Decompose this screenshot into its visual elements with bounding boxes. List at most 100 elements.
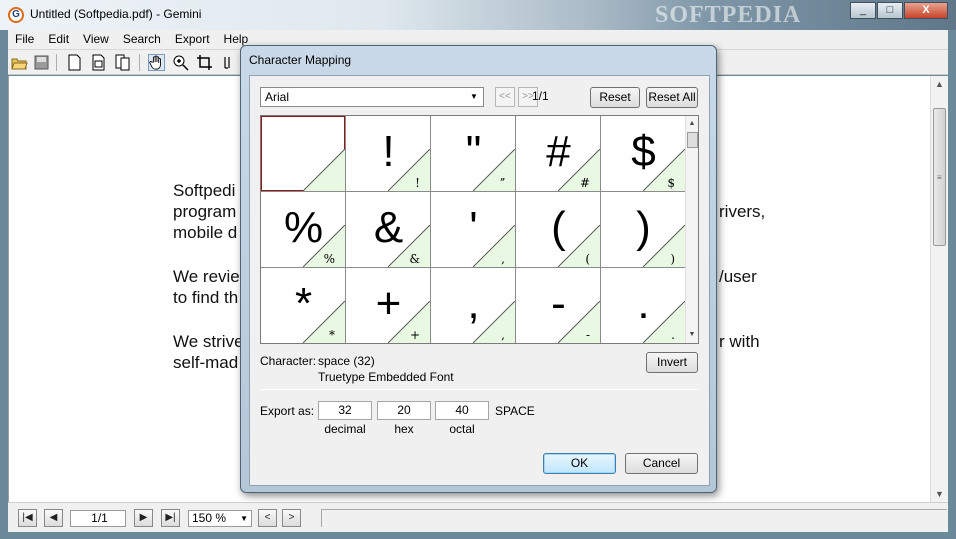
previous-glyphs-button[interactable]: << [495, 87, 515, 107]
glyph-cell[interactable]: " ˮ [431, 116, 516, 192]
menu-export[interactable]: Export [168, 30, 217, 49]
glyph-embedded-character: ! [415, 176, 420, 190]
reset-button[interactable]: Reset [590, 87, 640, 108]
glyph-cell[interactable]: !! [346, 116, 431, 192]
glyph-cell[interactable]: + + [346, 268, 431, 343]
close-button[interactable]: X [904, 2, 948, 19]
decimal-field[interactable]: 32 [318, 401, 372, 420]
open-folder-icon[interactable] [11, 54, 28, 71]
document-fragment: rivers, [719, 202, 766, 221]
glyph-character: ) [636, 203, 651, 252]
dialog-body: Arial ▼ << >> 1/1 Reset Reset All !! " ˮ # #… [249, 75, 710, 486]
glyph-cell[interactable]: * * [261, 268, 346, 343]
glyph-embedded-character: + [409, 328, 420, 342]
toolbar-separator [139, 54, 140, 71]
new-page-icon[interactable] [66, 54, 83, 71]
glyph-cell[interactable]: %% [261, 192, 346, 268]
character-value: space (32) [318, 354, 375, 368]
chevron-down-icon: ▼ [240, 514, 248, 523]
next-page-button[interactable]: ▶ [134, 509, 153, 527]
save-icon[interactable] [33, 54, 50, 71]
hex-label: hex [394, 422, 414, 436]
scroll-up-icon[interactable]: ▲ [686, 118, 698, 130]
forward-button[interactable]: > [282, 509, 301, 527]
glyph-character: % [283, 203, 324, 252]
first-page-button[interactable]: |◀ [18, 509, 37, 527]
menu-edit[interactable]: Edit [41, 30, 76, 49]
vertical-scrollbar[interactable]: ▲ ≡ ▼ [930, 76, 948, 502]
last-page-button[interactable]: ▶| [161, 509, 180, 527]
scroll-down-icon[interactable]: ▼ [931, 486, 948, 502]
zoom-select[interactable]: 150 % ▼ [188, 510, 252, 527]
glyph-embedded-character: - [585, 328, 590, 342]
previous-page-button[interactable]: ◀ [44, 509, 63, 527]
export-label: Export as: [260, 404, 315, 418]
hand-icon[interactable] [148, 54, 165, 71]
glyph-grid-scrollbar[interactable]: ▲ ▼ [685, 116, 698, 343]
back-button[interactable]: < [258, 509, 277, 527]
divider [260, 389, 699, 390]
glyph-cell[interactable]: -- [516, 268, 601, 343]
glyph-character: ' [469, 203, 478, 252]
scroll-up-icon[interactable]: ▲ [931, 76, 948, 92]
glyph-cell[interactable]: # # [516, 116, 601, 192]
reset-all-button[interactable]: Reset All [646, 87, 698, 108]
glyph-embedded-character: ( [585, 252, 590, 266]
glyph-character: . [637, 279, 650, 328]
menu-file[interactable]: File [8, 30, 41, 49]
scroll-thumb[interactable] [687, 132, 698, 148]
page-icon[interactable] [90, 54, 107, 71]
menu-view[interactable]: View [76, 30, 116, 49]
glyph-character: $ [631, 127, 656, 176]
zoom-value: 150 % [192, 511, 227, 525]
scroll-down-icon[interactable]: ▼ [686, 329, 698, 341]
crop-icon[interactable] [196, 54, 213, 71]
multi-page-icon[interactable] [114, 54, 131, 71]
glyph-character: - [551, 279, 566, 328]
invert-button[interactable]: Invert [646, 352, 698, 373]
watermark: SOFTPEDIA [655, 2, 802, 28]
app-logo-icon: G [8, 7, 24, 23]
embedded-glyph-preview [303, 149, 345, 191]
dialog-title: Character Mapping [249, 53, 352, 67]
status-bar: |◀ ◀ 1/1 ▶ ▶| 150 % ▼ < > [8, 502, 948, 532]
glyph-cell[interactable]: )) [601, 192, 686, 268]
window-title: Untitled (Softpedia.pdf) - Gemini [30, 7, 202, 21]
cancel-button[interactable]: Cancel [625, 453, 698, 474]
character-label: Character: [260, 354, 317, 368]
glyph-cell[interactable]: ', [431, 192, 516, 268]
title-bar: G Untitled (Softpedia.pdf) - Gemini SOFT… [0, 0, 956, 30]
glyph-character: + [375, 279, 402, 328]
glyph-character: & [373, 203, 404, 252]
glyph-grid: !! " ˮ # # $ $%% & & ',(()) * * + +,, - -.. ▲ ▼ [260, 115, 699, 344]
page-field[interactable]: 1/1 [70, 510, 126, 527]
glyph-character: ( [551, 203, 566, 252]
text-select-icon[interactable] [220, 54, 237, 71]
octal-field[interactable]: 40 [435, 401, 489, 420]
glyph-cell[interactable]: (( [516, 192, 601, 268]
glyph-cell[interactable] [261, 116, 346, 192]
hex-field[interactable]: 20 [377, 401, 431, 420]
scroll-thumb[interactable]: ≡ [933, 108, 946, 246]
font-select[interactable]: Arial ▼ [260, 87, 484, 107]
glyph-embedded-character: * [329, 328, 335, 342]
document-fragment: r with [719, 332, 760, 351]
glyph-embedded-character: $ [667, 176, 675, 190]
glyph-cell[interactable]: ,, [431, 268, 516, 343]
glyph-embedded-character: & [409, 252, 420, 266]
zoom-in-icon[interactable] [172, 54, 189, 71]
glyph-cell[interactable]: .. [601, 268, 686, 343]
glyph-character: # [546, 127, 571, 176]
glyph-cell[interactable]: $ $ [601, 116, 686, 192]
toolbar-separator [56, 54, 57, 71]
ok-button[interactable]: OK [543, 453, 616, 474]
menu-search[interactable]: Search [116, 30, 168, 49]
glyph-embedded-character: ˮ [499, 176, 505, 190]
glyph-embedded-character: . [671, 328, 675, 342]
maximize-button[interactable]: □ [877, 2, 903, 19]
status-panel [321, 509, 947, 527]
glyph-page-indicator: 1/1 [532, 89, 549, 103]
glyph-character: " [465, 127, 482, 176]
glyph-cell[interactable]: & & [346, 192, 431, 268]
minimize-button[interactable]: _ [850, 2, 876, 19]
